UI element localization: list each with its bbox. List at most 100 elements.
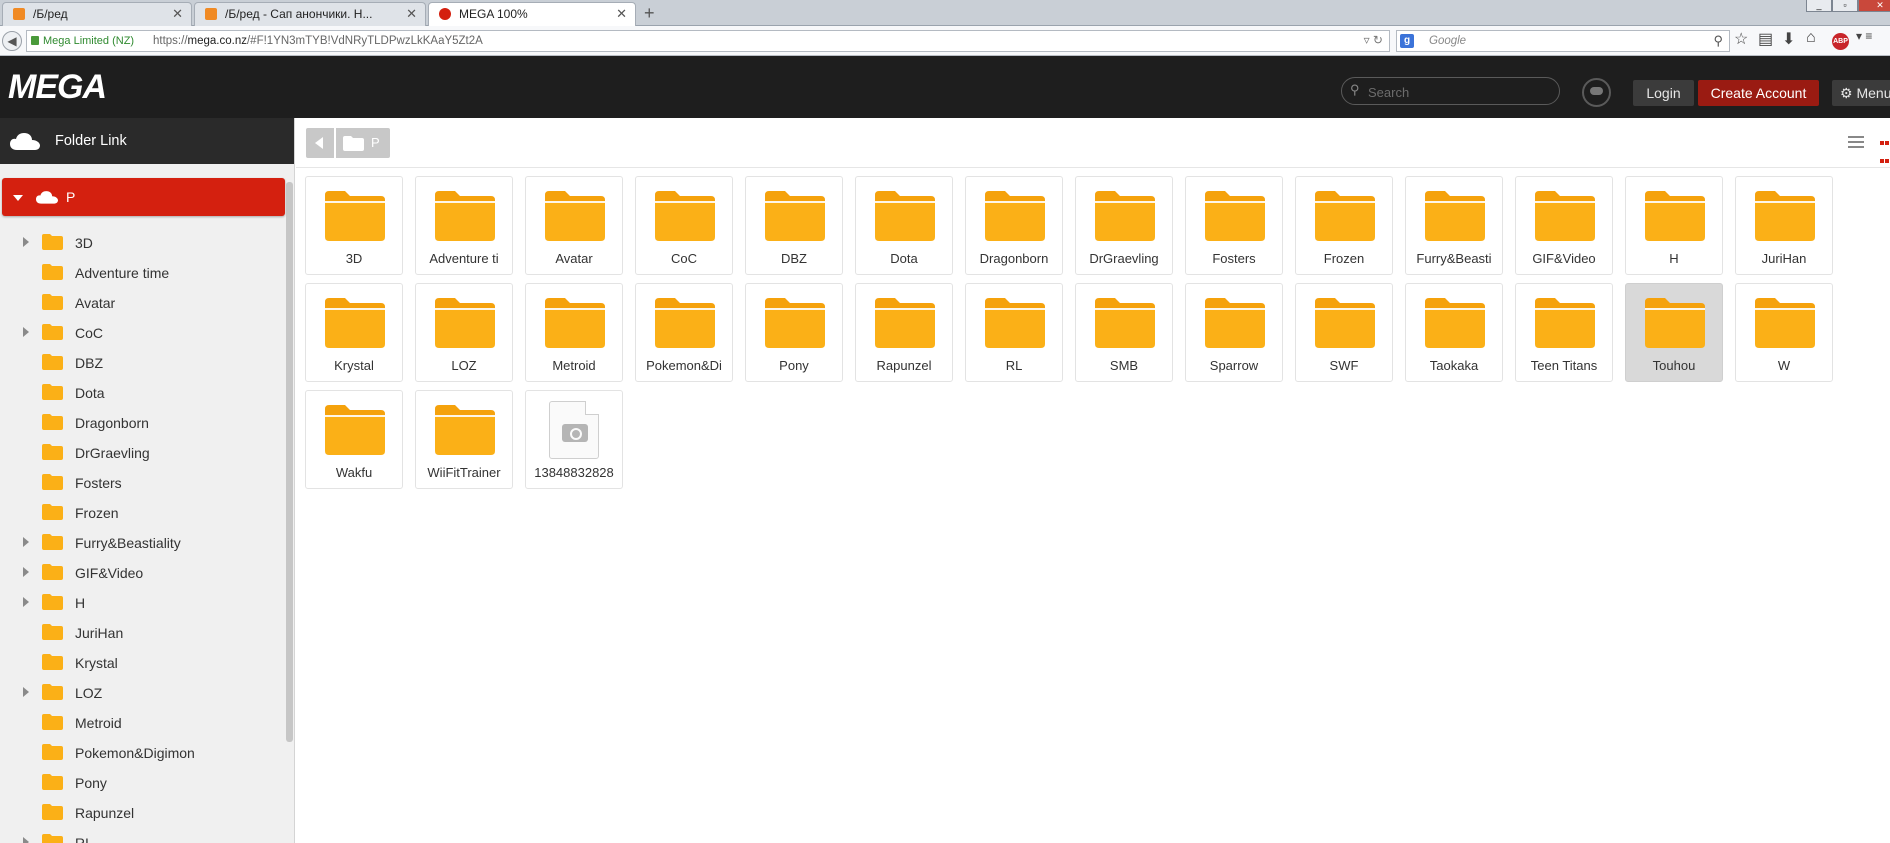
- overflow-menu-icon[interactable]: ▾ ≡: [1856, 29, 1872, 43]
- search-input[interactable]: [1366, 83, 1546, 101]
- sidebar-folder-item[interactable]: Furry&Beastiality: [0, 528, 288, 558]
- folder-icon: [1535, 298, 1595, 348]
- close-tab-icon[interactable]: ✕: [172, 6, 183, 22]
- new-tab-icon[interactable]: +: [644, 3, 655, 24]
- sidebar-scrollbar[interactable]: [286, 182, 293, 742]
- folder-icon: [42, 414, 63, 430]
- sidebar-folder-item[interactable]: Krystal: [0, 648, 288, 678]
- folder-tile[interactable]: 3D: [305, 176, 403, 275]
- adblock-icon[interactable]: ABP: [1832, 33, 1849, 50]
- tile-label: Dota: [890, 251, 918, 266]
- expand-arrow-icon[interactable]: [23, 537, 29, 547]
- folder-tile[interactable]: Fosters: [1185, 176, 1283, 275]
- folder-tile[interactable]: Dragonborn: [965, 176, 1063, 275]
- folder-tile[interactable]: RL: [965, 283, 1063, 382]
- home-icon[interactable]: ⌂: [1806, 29, 1816, 47]
- folder-tile[interactable]: Adventure ti: [415, 176, 513, 275]
- breadcrumb[interactable]: P: [336, 128, 390, 158]
- sidebar-folder-item[interactable]: Fosters: [0, 468, 288, 498]
- collapse-arrow-icon[interactable]: [13, 195, 23, 201]
- folder-tile[interactable]: Krystal: [305, 283, 403, 382]
- folder-tile[interactable]: SWF: [1295, 283, 1393, 382]
- folder-tile[interactable]: Rapunzel: [855, 283, 953, 382]
- minimize-window-icon[interactable]: _: [1806, 0, 1832, 12]
- folder-tile[interactable]: Dota: [855, 176, 953, 275]
- folder-tile[interactable]: Pokemon&Di: [635, 283, 733, 382]
- expand-arrow-icon[interactable]: [23, 837, 29, 843]
- sidebar-folder-item[interactable]: 3D: [0, 228, 288, 258]
- sidebar-folder-item[interactable]: Rapunzel: [0, 798, 288, 828]
- sidebar-folder-item[interactable]: Pony: [0, 768, 288, 798]
- folder-tree: 3D Adventure time Avatar CoC DBZ Dota Dragonbo…: [0, 228, 288, 843]
- browser-tab-2[interactable]: /Б/ред - Сап анончики. Н... ✕: [194, 2, 426, 26]
- folder-tile[interactable]: CoC: [635, 176, 733, 275]
- sidebar-folder-item[interactable]: LOZ: [0, 678, 288, 708]
- back-button[interactable]: [306, 128, 334, 158]
- download-icon[interactable]: ⬇: [1782, 29, 1795, 49]
- sidebar-folder-item[interactable]: DrGraevling: [0, 438, 288, 468]
- list-view-icon[interactable]: [1848, 136, 1864, 150]
- browser-tab-mega[interactable]: MEGA 100% ✕: [428, 2, 636, 27]
- folder-tile[interactable]: Sparrow: [1185, 283, 1283, 382]
- cloud-drive-button[interactable]: [1582, 78, 1611, 107]
- sidebar-folder-item[interactable]: GIF&Video: [0, 558, 288, 588]
- sidebar-folder-item[interactable]: JuriHan: [0, 618, 288, 648]
- sidebar-folder-item[interactable]: Avatar: [0, 288, 288, 318]
- folder-tile[interactable]: W: [1735, 283, 1833, 382]
- folder-tile[interactable]: Metroid: [525, 283, 623, 382]
- sidebar-folder-item[interactable]: Pokemon&Digimon: [0, 738, 288, 768]
- sidebar-folder-item[interactable]: Adventure time: [0, 258, 288, 288]
- expand-arrow-icon[interactable]: [23, 597, 29, 607]
- maximize-window-icon[interactable]: ▫: [1832, 0, 1858, 12]
- folder-tile[interactable]: LOZ: [415, 283, 513, 382]
- back-arrow-icon[interactable]: ◀: [2, 31, 22, 51]
- reading-list-icon[interactable]: ▤: [1758, 29, 1773, 49]
- sidebar-folder-item[interactable]: Metroid: [0, 708, 288, 738]
- expand-arrow-icon[interactable]: [23, 687, 29, 697]
- sidebar-folder-item[interactable]: Dota: [0, 378, 288, 408]
- sidebar-folder-item[interactable]: RL: [0, 828, 288, 843]
- mega-logo[interactable]: MEGA: [8, 68, 107, 107]
- sidebar-folder-item[interactable]: Frozen: [0, 498, 288, 528]
- browser-tab-1[interactable]: /Б/ред ✕: [2, 2, 192, 26]
- search-box[interactable]: ⚲: [1341, 77, 1560, 105]
- folder-tile[interactable]: WiiFitTrainer: [415, 390, 513, 489]
- create-account-button[interactable]: Create Account: [1698, 80, 1819, 106]
- folder-tile[interactable]: Avatar: [525, 176, 623, 275]
- login-button[interactable]: Login: [1633, 80, 1694, 106]
- sidebar-folder-item[interactable]: CoC: [0, 318, 288, 348]
- grid-view-icon[interactable]: [1880, 134, 1890, 163]
- url-field[interactable]: Mega Limited (NZ) https://mega.co.nz/#F!…: [26, 30, 1390, 52]
- sidebar-folder-item[interactable]: H: [0, 588, 288, 618]
- folder-tile[interactable]: GIF&Video: [1515, 176, 1613, 275]
- sidebar-folder-item[interactable]: Dragonborn: [0, 408, 288, 438]
- folder-tile[interactable]: Taokaka: [1405, 283, 1503, 382]
- close-window-icon[interactable]: ✕: [1858, 0, 1890, 12]
- tree-root-node[interactable]: P: [2, 178, 285, 216]
- folder-tile[interactable]: JuriHan: [1735, 176, 1833, 275]
- expand-arrow-icon[interactable]: [23, 237, 29, 247]
- sidebar-folder-item[interactable]: DBZ: [0, 348, 288, 378]
- google-icon: g: [1400, 34, 1414, 48]
- expand-arrow-icon[interactable]: [23, 327, 29, 337]
- bookmark-star-icon[interactable]: ☆: [1734, 29, 1748, 49]
- folder-tile[interactable]: Frozen: [1295, 176, 1393, 275]
- file-tile[interactable]: 13848832828: [525, 390, 623, 489]
- folder-tile[interactable]: Furry&Beasti: [1405, 176, 1503, 275]
- menu-button[interactable]: ⚙ Menu: [1832, 80, 1890, 106]
- folder-tile[interactable]: Pony: [745, 283, 843, 382]
- folder-tile[interactable]: Wakfu: [305, 390, 403, 489]
- folder-tile[interactable]: Teen Titans: [1515, 283, 1613, 382]
- close-tab-icon[interactable]: ✕: [616, 6, 627, 22]
- folder-tile[interactable]: Touhou: [1625, 283, 1723, 382]
- close-tab-icon[interactable]: ✕: [406, 6, 417, 22]
- folder-tile[interactable]: DrGraevling: [1075, 176, 1173, 275]
- browser-search-field[interactable]: g Google ⚲: [1396, 30, 1730, 52]
- folder-tile[interactable]: H: [1625, 176, 1723, 275]
- search-icon[interactable]: ⚲: [1713, 33, 1723, 49]
- ssl-identity[interactable]: Mega Limited (NZ): [31, 35, 134, 47]
- folder-tile[interactable]: SMB: [1075, 283, 1173, 382]
- reload-icon[interactable]: ▿ ↻: [1364, 33, 1383, 47]
- folder-tile[interactable]: DBZ: [745, 176, 843, 275]
- expand-arrow-icon[interactable]: [23, 567, 29, 577]
